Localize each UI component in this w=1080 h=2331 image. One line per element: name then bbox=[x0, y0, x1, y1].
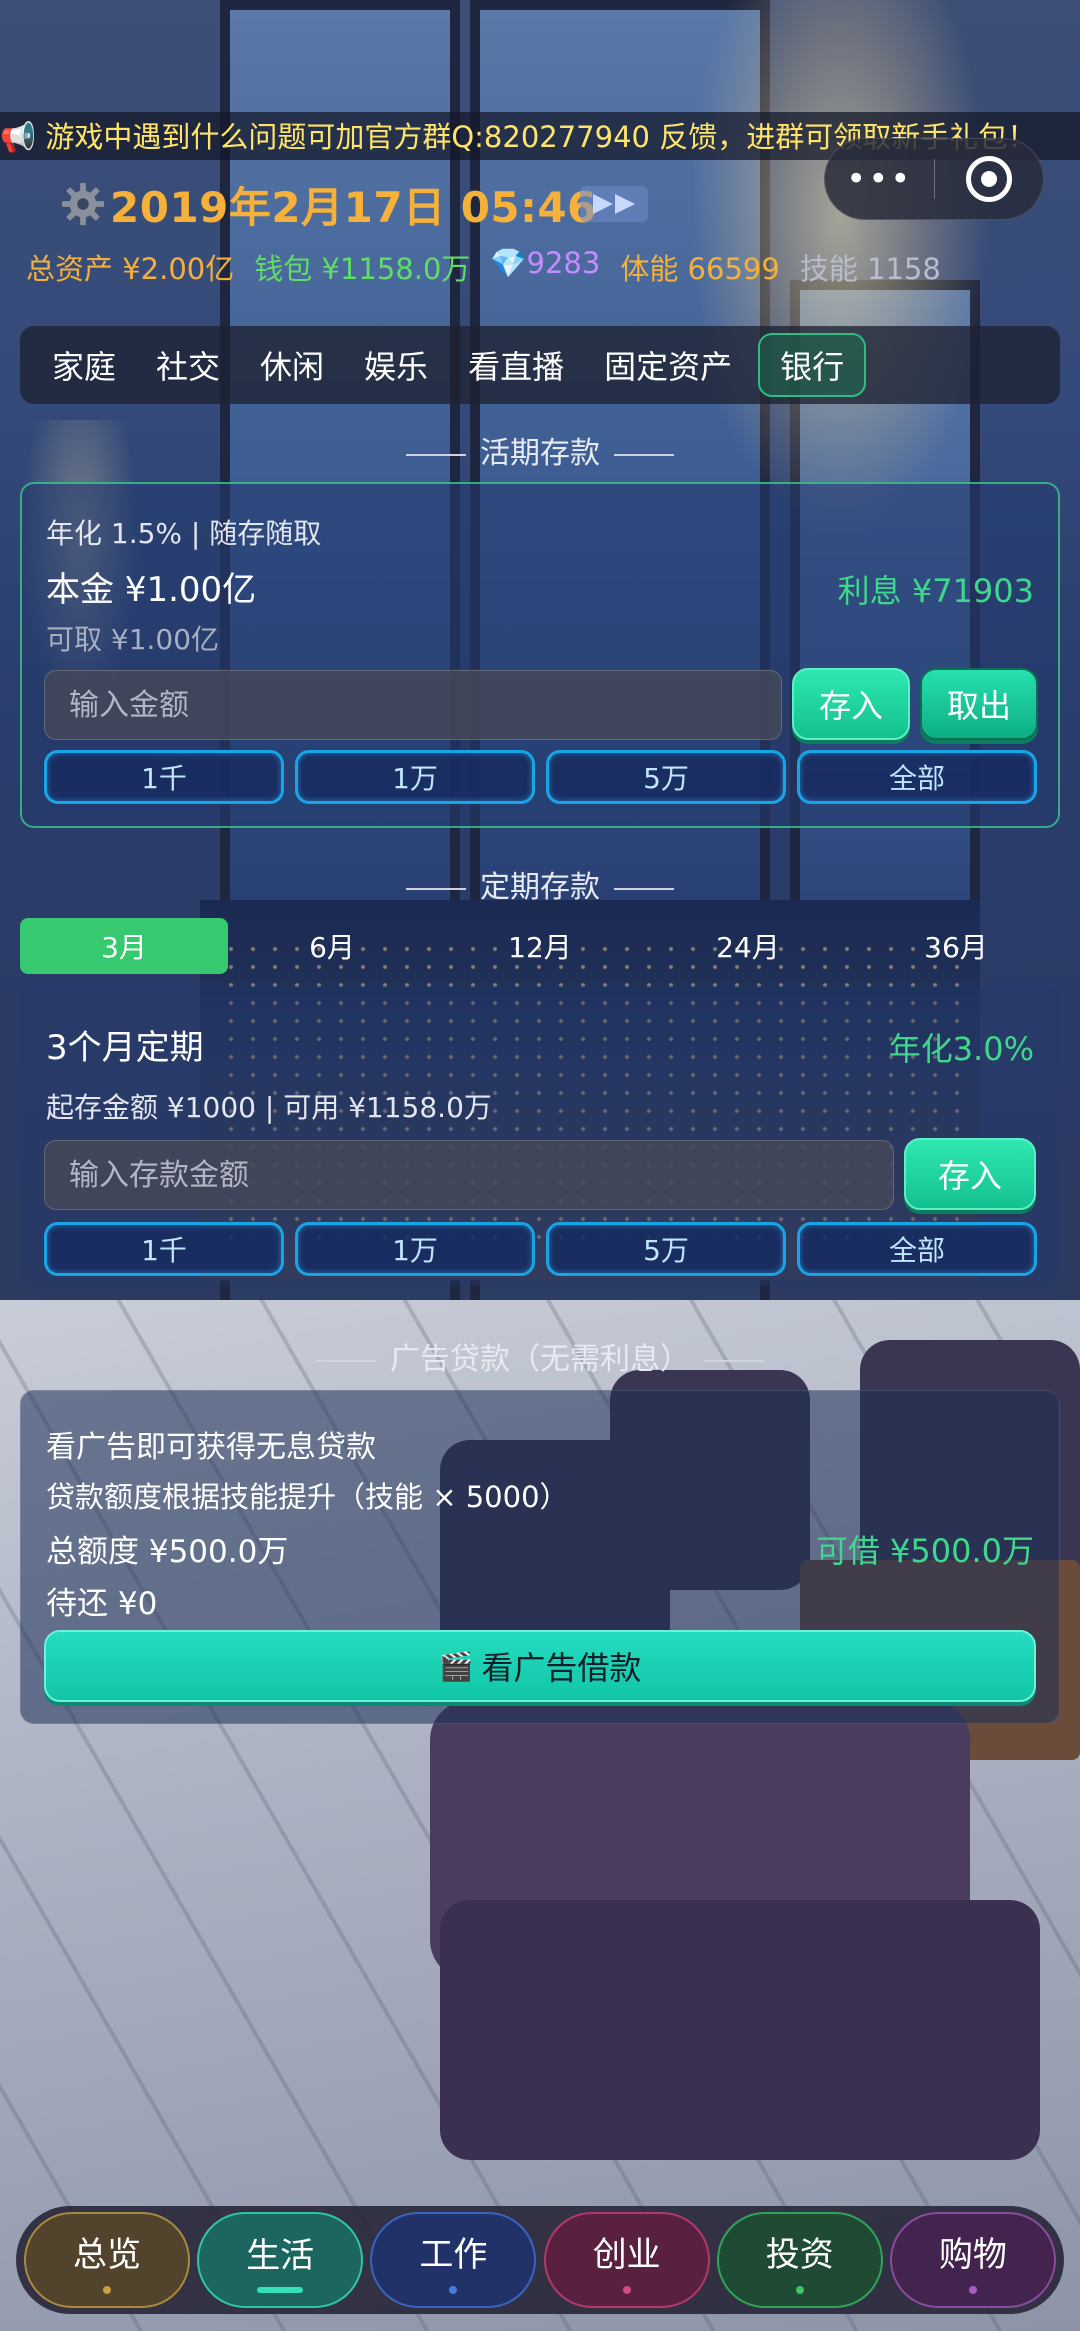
demand-deposit-heading: 活期存款 bbox=[0, 428, 1080, 472]
gear-icon[interactable] bbox=[60, 181, 106, 227]
wallet-balance: 钱包 ¥1158.0万 bbox=[254, 252, 471, 286]
nav-dot bbox=[622, 2285, 631, 2294]
fixed-amount-input[interactable] bbox=[44, 1140, 894, 1210]
close-miniprogram-button[interactable] bbox=[934, 156, 1043, 202]
target-icon bbox=[965, 156, 1012, 202]
stats-bar: 总资产 ¥2.00亿 钱包 ¥1158.0万 💎9283 体能 66599 技能… bbox=[26, 246, 941, 288]
nav-life[interactable]: 生活 bbox=[197, 2212, 364, 2308]
fixed-deposit-heading: 定期存款 bbox=[0, 862, 1080, 906]
nav-life-label: 生活 bbox=[246, 2235, 315, 2276]
fixed-chip-1k[interactable]: 1千 bbox=[44, 1222, 284, 1276]
nav-work[interactable]: 工作 bbox=[370, 2212, 537, 2308]
fast-forward-button[interactable] bbox=[580, 186, 648, 222]
demand-rate-info: 年化 1.5% | 随存随取 bbox=[46, 517, 322, 550]
tab-entertainment[interactable]: 娱乐 bbox=[344, 333, 448, 397]
fixed-deposit-title: 定期存款 bbox=[480, 870, 600, 905]
ad-loan-title: 广告贷款（无需利息） bbox=[390, 1342, 690, 1377]
nav-dot bbox=[795, 2285, 804, 2294]
period-3m[interactable]: 3月 bbox=[20, 918, 228, 974]
diamond-count: 💎9283 bbox=[490, 246, 601, 280]
tab-family[interactable]: 家庭 bbox=[32, 333, 136, 397]
demand-principal: 本金 ¥1.00亿 bbox=[46, 570, 257, 610]
miniprogram-capsule: ••• bbox=[824, 138, 1044, 220]
tab-fixed-assets[interactable]: 固定资产 bbox=[584, 333, 752, 397]
nav-work-label: 工作 bbox=[419, 2234, 488, 2275]
demand-chip-10k[interactable]: 1万 bbox=[295, 750, 535, 804]
period-24m[interactable]: 24月 bbox=[644, 918, 852, 974]
nav-shopping[interactable]: 购物 bbox=[889, 2212, 1056, 2308]
ad-loan-heading: 广告贷款（无需利息） bbox=[0, 1334, 1080, 1378]
watch-ad-loan-button[interactable]: 🎬 看广告借款 bbox=[44, 1630, 1036, 1702]
ad-loan-pending: 待还 ¥0 bbox=[46, 1586, 158, 1622]
nav-startup[interactable]: 创业 bbox=[543, 2212, 710, 2308]
period-6m[interactable]: 6月 bbox=[228, 918, 436, 974]
demand-withdraw-button[interactable]: 取出 bbox=[920, 668, 1038, 740]
fixed-rate: 年化3.0% bbox=[888, 1030, 1034, 1068]
nav-dot bbox=[968, 2285, 977, 2294]
ad-loan-line1: 看广告即可获得无息贷款 bbox=[46, 1430, 376, 1465]
more-icon[interactable]: ••• bbox=[825, 162, 934, 196]
fixed-chip-10k[interactable]: 1万 bbox=[295, 1222, 535, 1276]
fixed-chip-50k[interactable]: 5万 bbox=[546, 1222, 786, 1276]
watch-ad-loan-label: 看广告借款 bbox=[481, 1649, 642, 1687]
demand-chip-1k[interactable]: 1千 bbox=[44, 750, 284, 804]
demand-interest: 利息 ¥71903 bbox=[837, 572, 1034, 610]
stamina-value: 体能 66599 bbox=[620, 252, 780, 286]
bottom-nav: 总览 生活 工作 创业 投资 购物 bbox=[16, 2206, 1064, 2314]
nav-startup-label: 创业 bbox=[592, 2234, 661, 2275]
nav-invest-label: 投资 bbox=[765, 2234, 834, 2275]
date-bar: 2019年2月17日 05:46 bbox=[60, 170, 597, 238]
demand-withdrawable: 可取 ¥1.00亿 bbox=[46, 623, 220, 656]
nav-shopping-label: 购物 bbox=[938, 2234, 1007, 2275]
demand-chip-all[interactable]: 全部 bbox=[797, 750, 1037, 804]
tab-leisure[interactable]: 休闲 bbox=[240, 333, 344, 397]
category-tabs: 家庭 社交 休闲 娱乐 看直播 固定资产 银行 bbox=[20, 326, 1060, 404]
demand-amount-input[interactable] bbox=[44, 670, 782, 740]
nav-overview[interactable]: 总览 bbox=[24, 2212, 190, 2308]
active-indicator bbox=[257, 2286, 304, 2293]
fixed-plan-name: 3个月定期 bbox=[46, 1028, 204, 1068]
fixed-deposit-button[interactable]: 存入 bbox=[904, 1138, 1036, 1210]
demand-deposit-button[interactable]: 存入 bbox=[792, 668, 910, 740]
fast-forward-icon bbox=[593, 194, 635, 214]
fixed-info: 起存金额 ¥1000 | 可用 ¥1158.0万 bbox=[46, 1091, 492, 1124]
tab-bank[interactable]: 银行 bbox=[758, 333, 867, 397]
game-date: 2019年2月17日 05:46 bbox=[110, 182, 597, 232]
clapperboard-icon: 🎬 bbox=[438, 1649, 474, 1683]
ad-loan-line2: 贷款额度根据技能提升（技能 × 5000） bbox=[46, 1480, 569, 1514]
period-selector: 3月 6月 12月 24月 36月 bbox=[20, 918, 1060, 974]
nav-dot bbox=[449, 2285, 458, 2294]
demand-chip-50k[interactable]: 5万 bbox=[546, 750, 786, 804]
fixed-chip-all[interactable]: 全部 bbox=[797, 1222, 1037, 1276]
ad-loan-total-limit: 总额度 ¥500.0万 bbox=[46, 1534, 289, 1570]
ad-loan-available: 可借 ¥500.0万 bbox=[815, 1532, 1034, 1570]
nav-invest[interactable]: 投资 bbox=[716, 2212, 883, 2308]
period-12m[interactable]: 12月 bbox=[436, 918, 644, 974]
demand-deposit-title: 活期存款 bbox=[480, 436, 600, 471]
game-ui: 📢 游戏中遇到什么问题可加官方群Q:820277940 反馈，进群可领取新手礼包… bbox=[0, 0, 1080, 2331]
tab-social[interactable]: 社交 bbox=[136, 333, 240, 397]
period-36m[interactable]: 36月 bbox=[852, 918, 1060, 974]
nav-dot bbox=[103, 2285, 111, 2294]
tab-livestream[interactable]: 看直播 bbox=[448, 333, 584, 397]
nav-overview-label: 总览 bbox=[73, 2234, 141, 2275]
total-assets: 总资产 ¥2.00亿 bbox=[26, 252, 235, 286]
skill-value: 技能 1158 bbox=[799, 252, 941, 286]
